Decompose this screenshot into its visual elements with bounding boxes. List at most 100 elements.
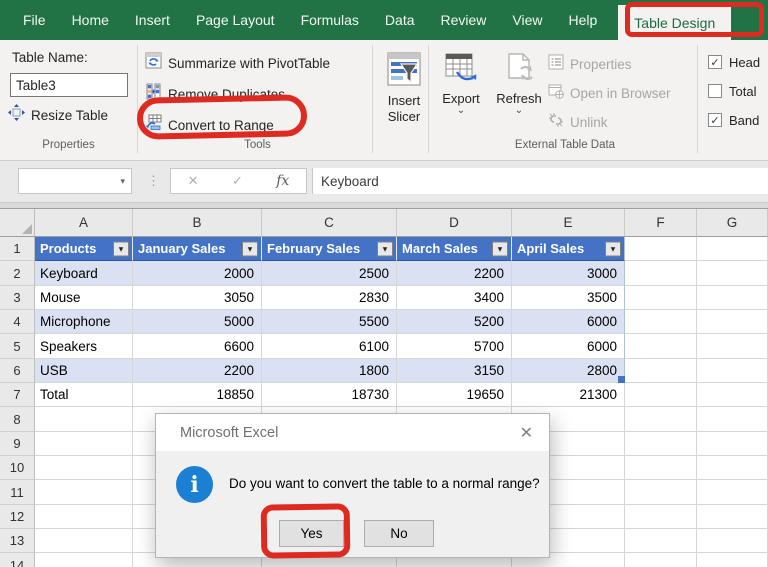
- cell-G2[interactable]: [697, 261, 768, 285]
- yes-button[interactable]: Yes: [279, 520, 344, 547]
- cell-A2[interactable]: Keyboard: [35, 261, 133, 285]
- cell-E4[interactable]: 6000: [512, 310, 625, 334]
- cell-B1[interactable]: January Sales▾: [133, 237, 262, 261]
- cell-G14[interactable]: [697, 553, 768, 567]
- row-header-4[interactable]: 4: [0, 310, 35, 334]
- insert-slicer-button[interactable]: Insert Slicer: [381, 50, 427, 125]
- cancel-icon[interactable]: ✕: [188, 173, 199, 189]
- cell-F13[interactable]: [625, 529, 697, 553]
- cell-F1[interactable]: [625, 237, 697, 261]
- cell-C5[interactable]: 6100: [262, 334, 397, 358]
- cell-F6[interactable]: [625, 359, 697, 383]
- cell-E1[interactable]: April Sales▾: [512, 237, 625, 261]
- cell-D7[interactable]: 19650: [397, 383, 512, 407]
- tab-help[interactable]: Help: [556, 0, 611, 40]
- cell-F8[interactable]: [625, 407, 697, 431]
- formula-input[interactable]: [312, 168, 768, 194]
- cell-B6[interactable]: 2200: [133, 359, 262, 383]
- cell-G4[interactable]: [697, 310, 768, 334]
- filter-dropdown-icon-A1[interactable]: ▾: [113, 241, 129, 256]
- cell-D6[interactable]: 3150: [397, 359, 512, 383]
- tab-page-layout[interactable]: Page Layout: [183, 0, 288, 40]
- cell-A1[interactable]: Products▾: [35, 237, 133, 261]
- cell-F4[interactable]: [625, 310, 697, 334]
- cell-F10[interactable]: [625, 456, 697, 480]
- tab-data[interactable]: Data: [372, 0, 428, 40]
- tab-view[interactable]: View: [499, 0, 555, 40]
- cell-D5[interactable]: 5700: [397, 334, 512, 358]
- column-header-E[interactable]: E: [512, 209, 625, 237]
- row-header-2[interactable]: 2: [0, 261, 35, 285]
- cell-B2[interactable]: 2000: [133, 261, 262, 285]
- cell-G12[interactable]: [697, 505, 768, 529]
- cell-F12[interactable]: [625, 505, 697, 529]
- cell-B4[interactable]: 5000: [133, 310, 262, 334]
- cell-G7[interactable]: [697, 383, 768, 407]
- remove-duplicates-button[interactable]: Remove Duplicates: [145, 81, 285, 107]
- tab-home[interactable]: Home: [59, 0, 122, 40]
- cell-G9[interactable]: [697, 432, 768, 456]
- cell-A9[interactable]: [35, 432, 133, 456]
- column-header-D[interactable]: D: [397, 209, 512, 237]
- column-header-G[interactable]: G: [697, 209, 768, 237]
- more-options-icon[interactable]: ⋮: [147, 173, 160, 189]
- banded-rows-checkbox[interactable]: ✓ Band: [708, 111, 759, 129]
- cell-F7[interactable]: [625, 383, 697, 407]
- cell-F2[interactable]: [625, 261, 697, 285]
- convert-to-range-button[interactable]: Convert to Range: [145, 112, 274, 138]
- row-header-12[interactable]: 12: [0, 505, 35, 529]
- cell-C7[interactable]: 18730: [262, 383, 397, 407]
- row-header-3[interactable]: 3: [0, 286, 35, 310]
- row-header-14[interactable]: 14: [0, 553, 35, 567]
- row-header-6[interactable]: 6: [0, 359, 35, 383]
- export-button[interactable]: Export ⌄: [438, 52, 484, 115]
- cell-C3[interactable]: 2830: [262, 286, 397, 310]
- cell-B5[interactable]: 6600: [133, 334, 262, 358]
- cell-D2[interactable]: 2200: [397, 261, 512, 285]
- cell-G10[interactable]: [697, 456, 768, 480]
- row-header-7[interactable]: 7: [0, 383, 35, 407]
- cell-E5[interactable]: 6000: [512, 334, 625, 358]
- cell-D3[interactable]: 3400: [397, 286, 512, 310]
- filter-dropdown-icon-B1[interactable]: ▾: [242, 241, 258, 256]
- select-all-corner[interactable]: [0, 209, 35, 237]
- cell-A11[interactable]: [35, 480, 133, 504]
- enter-icon[interactable]: ✓: [232, 173, 243, 189]
- cell-C4[interactable]: 5500: [262, 310, 397, 334]
- table-resize-handle[interactable]: [618, 376, 625, 383]
- cell-E3[interactable]: 3500: [512, 286, 625, 310]
- cell-C2[interactable]: 2500: [262, 261, 397, 285]
- refresh-dropdown-chevron[interactable]: ⌄: [515, 107, 523, 115]
- cell-A12[interactable]: [35, 505, 133, 529]
- cell-A10[interactable]: [35, 456, 133, 480]
- resize-table-button[interactable]: Resize Table: [8, 102, 108, 128]
- filter-dropdown-icon-E1[interactable]: ▾: [605, 241, 621, 256]
- cell-C1[interactable]: February Sales▾: [262, 237, 397, 261]
- cell-E2[interactable]: 3000: [512, 261, 625, 285]
- no-button[interactable]: No: [364, 520, 434, 547]
- export-dropdown-chevron[interactable]: ⌄: [457, 107, 465, 115]
- row-header-13[interactable]: 13: [0, 529, 35, 553]
- cell-B3[interactable]: 3050: [133, 286, 262, 310]
- tab-formulas[interactable]: Formulas: [288, 0, 372, 40]
- header-row-checkbox[interactable]: ✓ Head: [708, 53, 760, 71]
- row-header-8[interactable]: 8: [0, 407, 35, 431]
- dialog-close-icon[interactable]: ✕: [520, 423, 533, 443]
- cell-A6[interactable]: USB: [35, 359, 133, 383]
- cell-D1[interactable]: March Sales▾: [397, 237, 512, 261]
- cell-A8[interactable]: [35, 407, 133, 431]
- cell-A3[interactable]: Mouse: [35, 286, 133, 310]
- row-header-1[interactable]: 1: [0, 237, 35, 261]
- tab-file[interactable]: File: [10, 0, 59, 40]
- cell-A5[interactable]: Speakers: [35, 334, 133, 358]
- cell-G8[interactable]: [697, 407, 768, 431]
- total-row-checkbox[interactable]: Total: [708, 82, 756, 100]
- refresh-button[interactable]: Refresh ⌄: [494, 52, 544, 115]
- row-header-9[interactable]: 9: [0, 432, 35, 456]
- tab-table-design[interactable]: Table Design: [618, 5, 731, 40]
- cell-G13[interactable]: [697, 529, 768, 553]
- summarize-with-pivottable-button[interactable]: Summarize with PivotTable: [145, 50, 330, 76]
- filter-dropdown-icon-D1[interactable]: ▾: [492, 241, 508, 256]
- cell-A13[interactable]: [35, 529, 133, 553]
- tab-review[interactable]: Review: [428, 0, 500, 40]
